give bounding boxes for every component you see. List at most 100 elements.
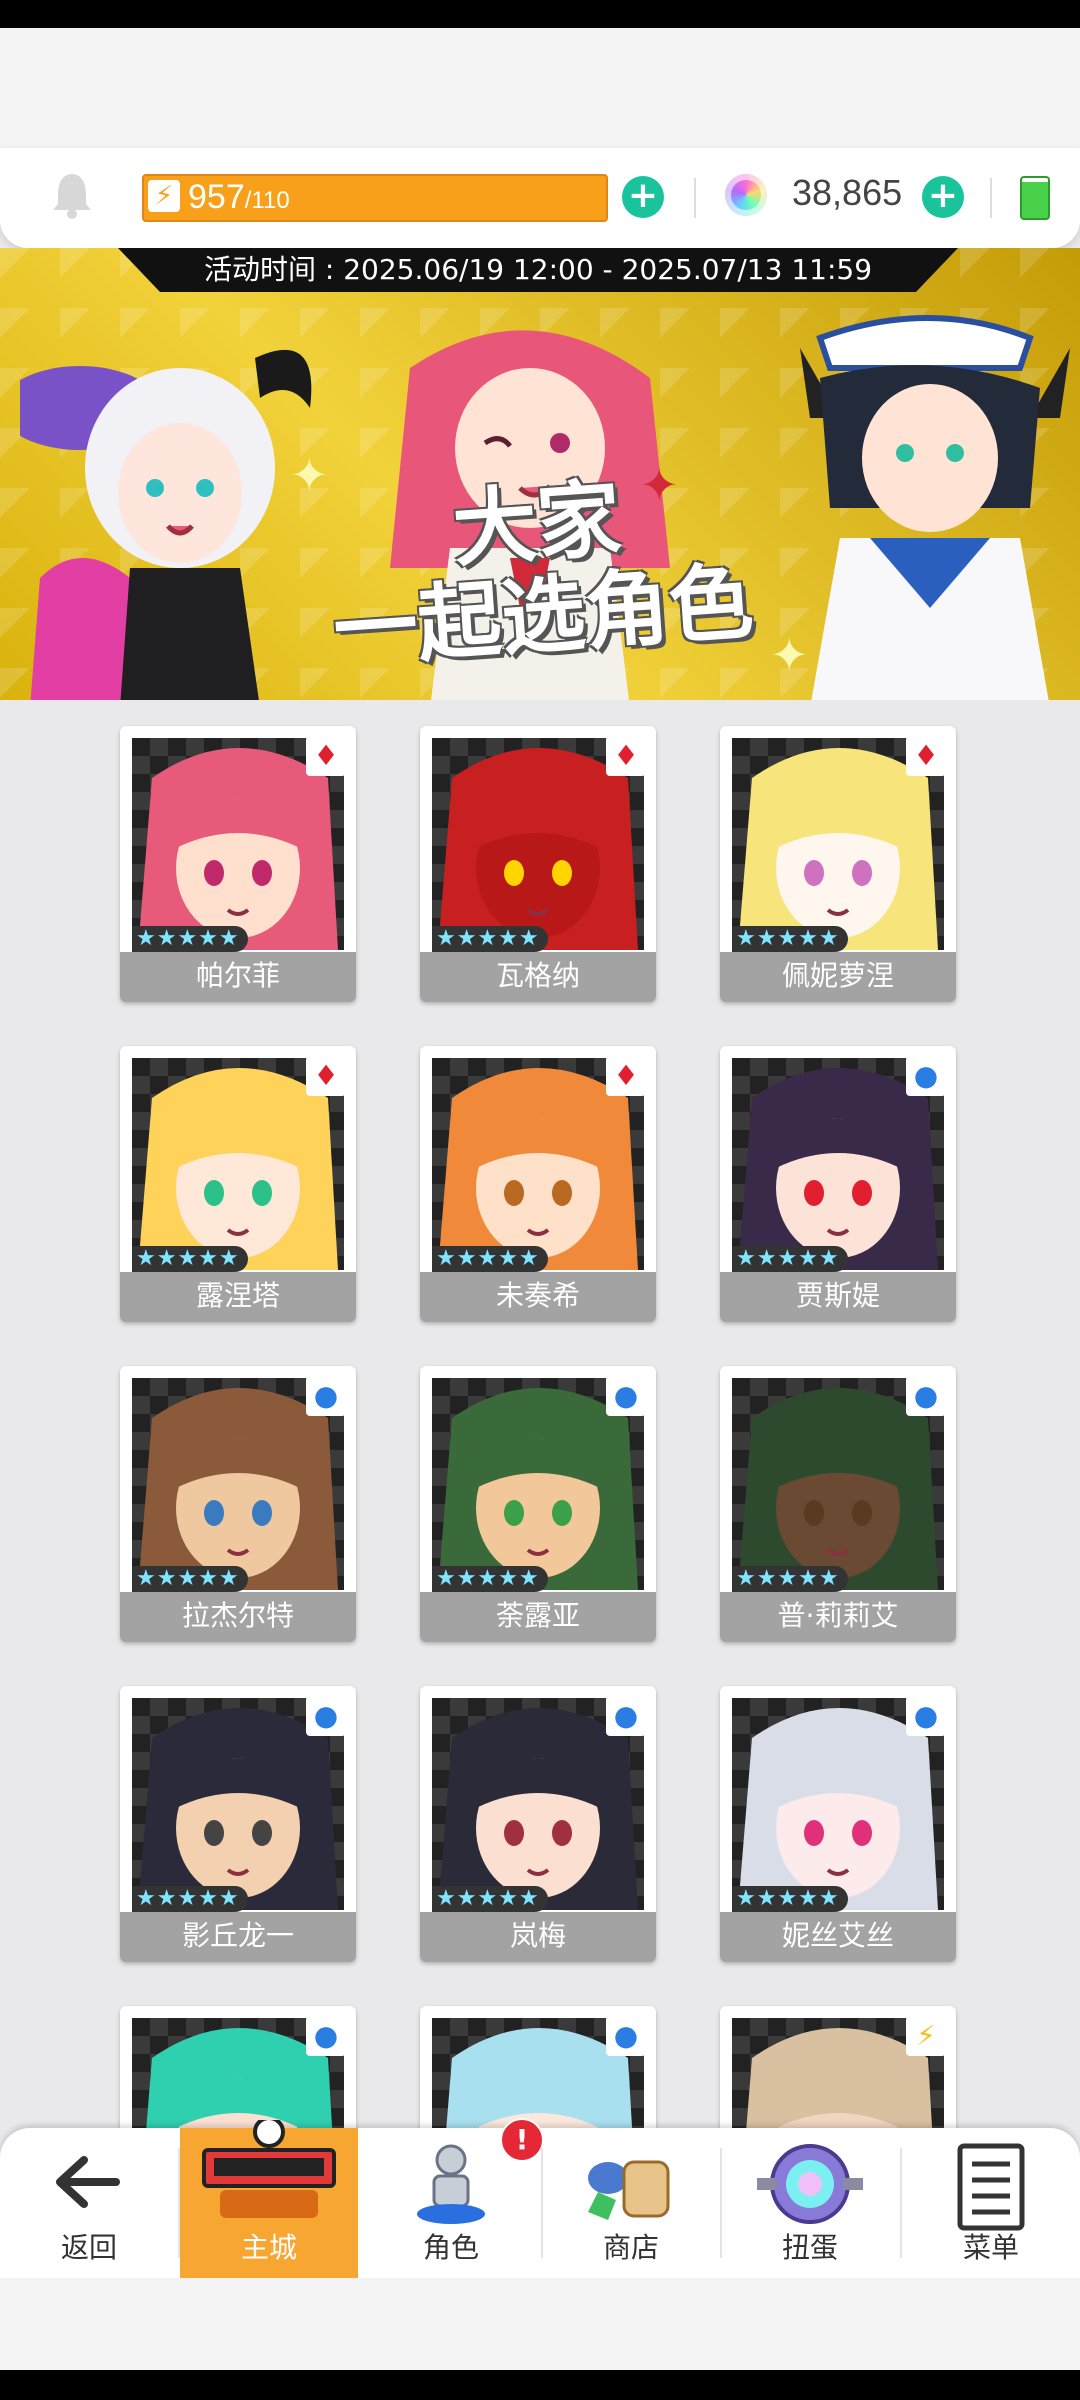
character-name: 拉杰尔特 [120,1592,356,1642]
energy-bar: ⚡ 957/110 [142,174,608,222]
star-rating: ★★★★★ [132,1246,248,1272]
star-rating: ★★★★★ [732,1246,848,1272]
rarity-badge: ● [606,1376,646,1416]
banner-character-left [20,349,312,700]
star-rating: ★★★★★ [732,926,848,952]
character-icon [417,2144,485,2224]
character-card[interactable]: ● ★★★★★ 影丘龙一 [120,1686,356,1962]
star-rating: ★★★★★ [132,1566,248,1592]
blue-circle-icon: ● [613,1699,639,1732]
blue-circle-icon: ● [613,2019,639,2052]
add-gems-button[interactable]: + [922,176,964,218]
rarity-badge: ● [906,1696,946,1736]
blue-circle-icon: ● [313,1699,339,1732]
nav-menu-label: 菜单 [962,2231,1019,2264]
rarity-badge: ⚡ [906,2016,946,2056]
sparkle-icon: ✦ [770,628,809,682]
add-energy-button[interactable]: + [622,176,664,218]
status-bar [0,0,1080,28]
character-name: 影丘龙一 [120,1912,356,1962]
character-card[interactable]: ● ★★★★★ 岚梅 [420,1686,656,1962]
rarity-badge: ● [306,1376,346,1416]
character-name: 未奏希 [420,1272,656,1322]
bell-icon[interactable] [50,170,94,222]
star-rating: ★★★★★ [132,1886,248,1912]
nav-main-city[interactable]: 主城 [180,2120,358,2278]
blue-circle-icon: ● [913,1379,939,1412]
bottom-spacer [0,2278,1080,2370]
top-spacer [0,28,1080,148]
main-city-icon [202,2120,336,2218]
character-card[interactable]: ● ★★★★★ 荼露亚 [420,1366,656,1642]
divider [990,178,992,218]
resource-header: ⚡ 957/110 + 38,865 + [0,148,1080,248]
nav-gacha[interactable]: 扭蛋 [721,2128,899,2278]
system-nav-bar [0,2370,1080,2400]
rarity-badge: ● [606,2016,646,2056]
rarity-badge: ● [906,1056,946,1096]
event-time: 活动时间 : 2025.06/19 12:00 - 2025.07/13 11:… [118,248,958,292]
star-rating: ★★★★★ [432,1886,548,1912]
character-card[interactable]: ♦ ★★★★★ 未奏希 [420,1046,656,1322]
character-card[interactable]: ● ★★★★★ 妮丝艾丝 [720,1686,956,1962]
character-name: 露涅塔 [120,1272,356,1322]
rarity-badge: ● [306,1696,346,1736]
character-card[interactable]: ● ★★★★★ 贾斯媞 [720,1046,956,1322]
rarity-badge: ♦ [906,736,946,776]
rarity-badge: ● [306,2016,346,2056]
character-card[interactable]: ♦ ★★★★★ 佩妮萝涅 [720,726,956,1002]
gold-bolt-icon: ⚡ [916,2019,936,2052]
star-rating: ★★★★★ [432,1566,548,1592]
nav-characters[interactable]: ! 角色 [362,2118,544,2278]
character-card[interactable]: ♦ ★★★★★ 露涅塔 [120,1046,356,1322]
star-rating: ★★★★★ [132,926,248,952]
character-card[interactable]: ● ★★★★★ 拉杰尔特 [120,1366,356,1642]
divider [694,178,696,218]
character-name: 荼露亚 [420,1592,656,1642]
blue-circle-icon: ● [613,1379,639,1412]
battery-icon [1020,176,1050,220]
rarity-badge: ● [906,1376,946,1416]
character-card[interactable]: ♦ ★★★★★ 瓦格纳 [420,726,656,1002]
gem-count: 38,865 [792,172,903,213]
character-name: 佩妮萝涅 [720,952,956,1002]
star-rating: ★★★★★ [732,1566,848,1592]
star-rating: ★★★★★ [432,1246,548,1272]
character-name: 妮丝艾丝 [720,1912,956,1962]
nav-menu[interactable]: 菜单 [902,2128,1080,2278]
gem-icon [725,174,767,216]
rarity-badge: ♦ [306,736,346,776]
nav-back-label: 返回 [60,2231,117,2264]
nav-shop-label: 商店 [602,2231,659,2264]
star-rating: ★★★★★ [732,1886,848,1912]
energy-current: 957 [188,178,245,216]
blue-circle-icon: ● [313,2019,339,2052]
energy-value: 957/110 [188,178,290,217]
energy-icon: ⚡ [148,180,180,212]
banner-character-right [800,315,1070,700]
character-name: 瓦格纳 [420,952,656,1002]
blue-circle-icon: ● [313,1379,339,1412]
red-diamond-icon: ♦ [613,739,639,772]
event-banner[interactable]: 活动时间 : 2025.06/19 12:00 - 2025.07/13 11:… [0,248,1080,700]
red-diamond-icon: ♦ [313,739,339,772]
character-grid: ♦ ★★★★★ 帕尔菲 ♦ ★★★★★ 瓦格纳 ♦ ★★★★★ 佩妮萝涅 ♦ ★★★★★ 露涅塔 ♦ ★★… [0,700,1080,2282]
bottom-nav: 返回 主城 ! 角色 商店 扭蛋 菜单 [0,2118,1080,2278]
shop-icon [588,2160,670,2220]
energy-max: /110 [244,187,290,214]
rarity-badge: ♦ [606,736,646,776]
nav-alert-badge: ! [500,2118,544,2162]
character-name: 普·莉莉艾 [720,1592,956,1642]
back-arrow-icon [56,2156,120,2208]
nav-characters-label: 角色 [422,2231,479,2264]
nav-back[interactable]: 返回 [0,2128,178,2278]
red-diamond-icon: ♦ [313,1059,339,1092]
nav-shop[interactable]: 商店 [542,2128,720,2278]
character-card[interactable]: ♦ ★★★★★ 帕尔菲 [120,726,356,1002]
nav-main-city-label: 主城 [240,2231,297,2264]
star-rating: ★★★★★ [432,926,548,952]
gacha-icon [757,2144,863,2224]
banner-title: 大家 一起选角色 [294,461,786,679]
character-card[interactable]: ● ★★★★★ 普·莉莉艾 [720,1366,956,1642]
character-name: 帕尔菲 [120,952,356,1002]
